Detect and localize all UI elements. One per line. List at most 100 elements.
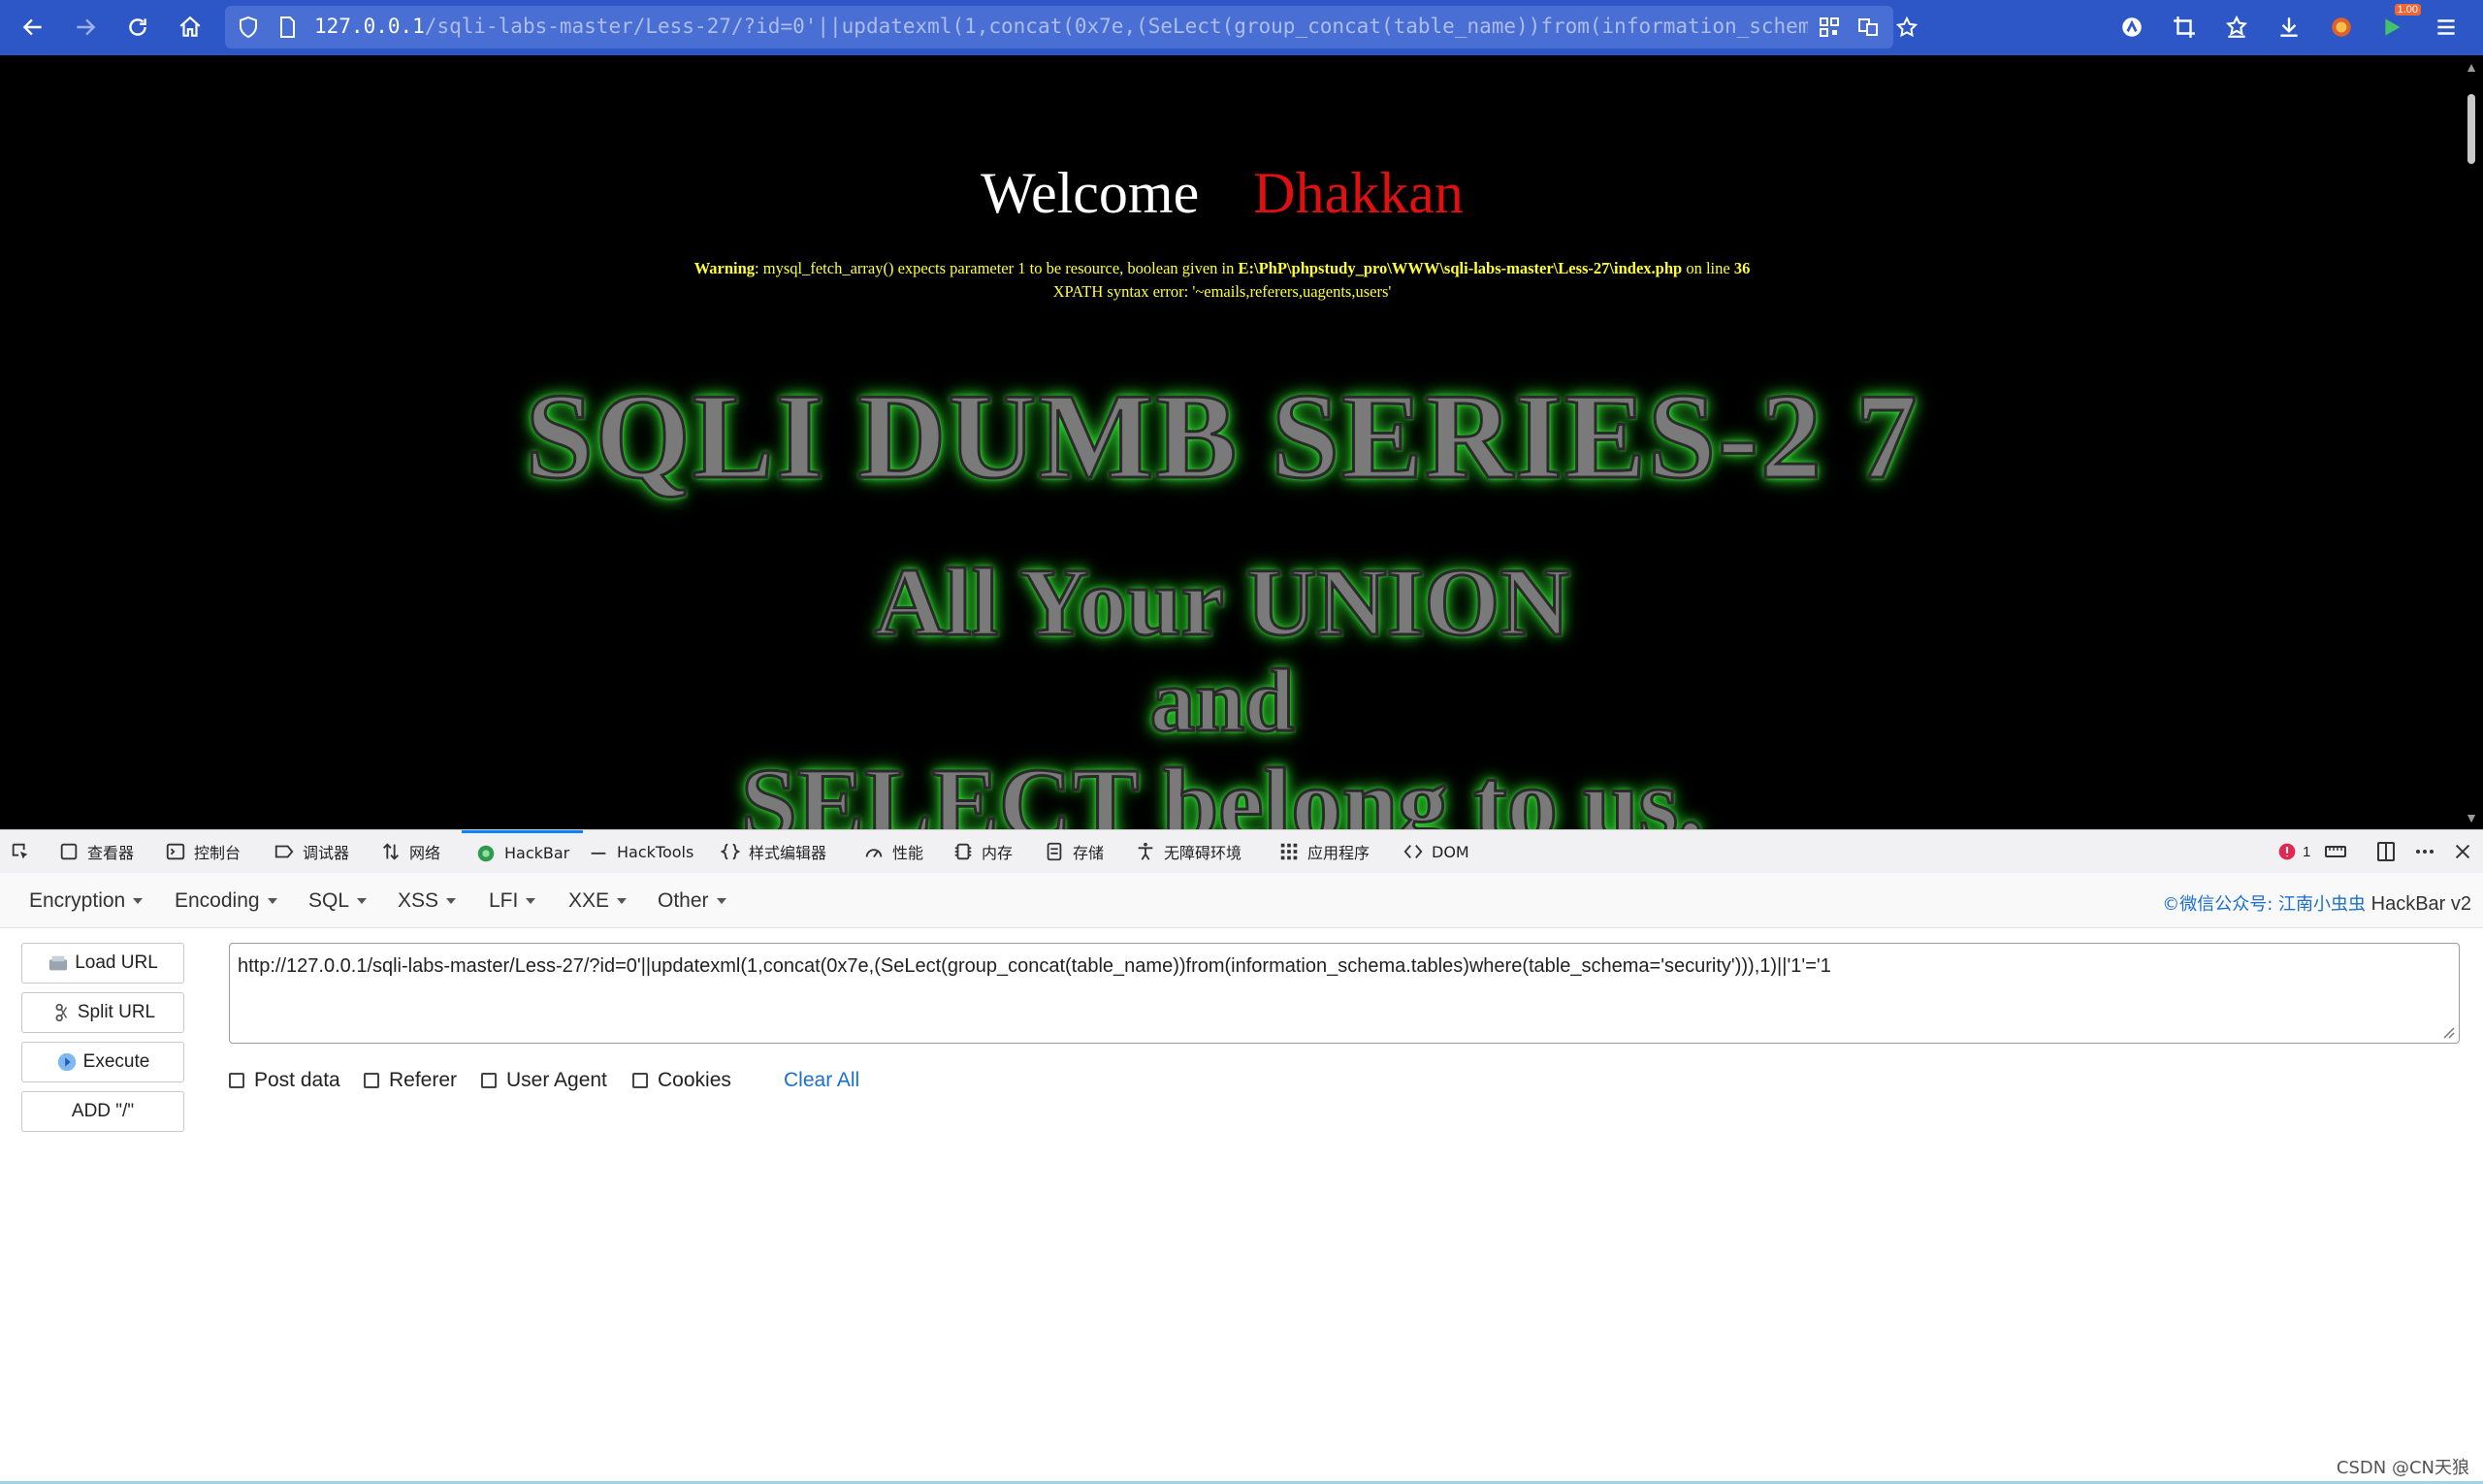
crop-icon[interactable] bbox=[2167, 10, 2202, 45]
page-viewport: Welcome Dhakkan Warning: mysql_fetch_arra… bbox=[0, 55, 2483, 829]
checkbox-box[interactable] bbox=[481, 1073, 497, 1088]
scroll-down-icon[interactable]: ▼ bbox=[2464, 810, 2479, 825]
performance-icon bbox=[865, 849, 883, 858]
play-icon bbox=[57, 1052, 76, 1072]
more-options-icon[interactable] bbox=[2413, 830, 2436, 873]
tab-network[interactable]: 网络 bbox=[380, 830, 440, 873]
menu-lfi[interactable]: LFI bbox=[489, 889, 536, 913]
dock-icon[interactable] bbox=[2374, 830, 2398, 873]
hacktools-icon bbox=[591, 852, 606, 855]
menu-xxe[interactable]: XXE bbox=[568, 889, 628, 913]
tab-label: 查看器 bbox=[87, 844, 135, 862]
hackbar-brand: ©微信公众号: 江南小虫虫 HackBar v2 bbox=[2162, 890, 2471, 916]
referer-checkbox[interactable]: Referer bbox=[364, 1069, 457, 1092]
tab-hacktools[interactable]: HackTools bbox=[588, 830, 693, 873]
browser-toolbar: 127.0.0.1/sqli-labs-master/Less-27/?id=0… bbox=[0, 0, 2483, 55]
tab-performance[interactable]: 性能 bbox=[863, 830, 923, 873]
shield-icon[interactable] bbox=[235, 14, 262, 41]
button-label: Load URL bbox=[75, 952, 158, 973]
application-icon bbox=[1280, 843, 1298, 860]
inspector-icon bbox=[60, 843, 78, 860]
tab-inspector[interactable]: 查看器 bbox=[58, 830, 134, 873]
tab-storage[interactable]: 存储 bbox=[1044, 830, 1104, 873]
user-agent-checkbox[interactable]: User Agent bbox=[481, 1069, 607, 1092]
execute-button[interactable]: Execute bbox=[21, 1042, 184, 1082]
tab-dom[interactable]: DOM bbox=[1403, 830, 1469, 873]
chevron-down-icon bbox=[526, 898, 536, 905]
chevron-down-icon bbox=[446, 898, 457, 905]
add-slash-button[interactable]: ADD "/" bbox=[21, 1091, 184, 1132]
cookies-checkbox[interactable]: Cookies bbox=[632, 1069, 731, 1092]
split-url-icon bbox=[55, 1003, 67, 1022]
chevron-down-icon bbox=[267, 898, 277, 905]
extension-icon[interactable] bbox=[2114, 10, 2149, 45]
menu-encryption[interactable]: Encryption bbox=[29, 889, 144, 913]
profile-icon[interactable] bbox=[2324, 10, 2359, 45]
tab-label: HackBar bbox=[504, 844, 570, 862]
warning-path: E:\PhP\phpstudy_pro\WWW\sqli-labs-master… bbox=[1238, 259, 1683, 277]
checkbox-box[interactable] bbox=[364, 1073, 379, 1088]
menu-encoding[interactable]: Encoding bbox=[175, 889, 277, 913]
tab-label: 性能 bbox=[892, 844, 924, 862]
close-devtools-icon[interactable] bbox=[2452, 830, 2473, 873]
badge-count: 1.00 bbox=[2394, 4, 2421, 16]
tab-label: 样式编辑器 bbox=[749, 844, 827, 862]
tab-memory[interactable]: 内存 bbox=[952, 830, 1013, 873]
tab-console[interactable]: 控制台 bbox=[165, 830, 241, 873]
checkbox-box[interactable] bbox=[632, 1073, 648, 1088]
reload-icon[interactable] bbox=[120, 10, 155, 45]
error-counter[interactable]: 1 bbox=[2277, 830, 2310, 873]
download-icon[interactable] bbox=[2272, 10, 2306, 45]
menu-label: LFI bbox=[489, 889, 519, 912]
menu-icon[interactable] bbox=[2429, 10, 2464, 45]
collections-icon[interactable] bbox=[2219, 10, 2254, 45]
tagline-line3: SELECT belong to us. bbox=[739, 747, 1704, 830]
clear-all-link[interactable]: Clear All bbox=[784, 1069, 859, 1092]
url-value: http://127.0.0.1/sqli-labs-master/Less-2… bbox=[238, 955, 1831, 977]
forward-icon[interactable] bbox=[68, 10, 103, 45]
home-icon[interactable] bbox=[173, 10, 208, 45]
load-url-button[interactable]: Load URL bbox=[21, 943, 184, 984]
back-icon[interactable] bbox=[16, 10, 50, 45]
translate-icon[interactable] bbox=[1854, 14, 1882, 41]
warning-text: : mysql_fetch_array() expects parameter … bbox=[755, 259, 1239, 277]
tab-hackbar[interactable]: HackBar bbox=[462, 830, 584, 873]
extension-badge-icon[interactable]: 1.00 bbox=[2376, 4, 2421, 45]
hackbar-panel: Encryption Encoding SQL XSS LFI XXE Othe… bbox=[0, 873, 2483, 1484]
split-url-button[interactable]: Split URL bbox=[21, 992, 184, 1033]
qrcode-icon[interactable] bbox=[1816, 14, 1843, 41]
menu-label: Encoding bbox=[175, 889, 260, 912]
page-icon[interactable] bbox=[274, 14, 301, 41]
bookmark-star-icon[interactable] bbox=[1893, 14, 1920, 41]
resize-handle-icon[interactable] bbox=[2439, 1023, 2455, 1039]
tab-label: 应用程序 bbox=[1307, 844, 1370, 862]
dom-icon bbox=[1403, 844, 1423, 859]
scroll-thumb[interactable] bbox=[2467, 94, 2475, 164]
element-picker-icon[interactable] bbox=[10, 830, 31, 873]
hackbar-menu: Encryption Encoding SQL XSS LFI XXE Othe… bbox=[0, 873, 2483, 928]
tab-label: 内存 bbox=[982, 844, 1014, 862]
menu-sql[interactable]: SQL bbox=[308, 889, 368, 913]
responsive-icon[interactable] bbox=[2324, 830, 2347, 873]
series-title: SQLI DUMB SERIES-2 7 bbox=[524, 369, 1919, 506]
style-editor-icon bbox=[720, 843, 741, 860]
menu-label: XSS bbox=[398, 889, 439, 912]
tab-application[interactable]: 应用程序 bbox=[1278, 830, 1370, 873]
menu-other[interactable]: Other bbox=[658, 889, 726, 913]
page-scrollbar[interactable]: ▲ ▼ bbox=[2460, 55, 2483, 829]
scroll-up-icon[interactable]: ▲ bbox=[2464, 59, 2479, 75]
tab-label: DOM bbox=[1432, 842, 1469, 861]
memory-icon bbox=[954, 843, 972, 860]
tab-debugger[interactable]: 调试器 bbox=[274, 830, 349, 873]
checkbox-label: Cookies bbox=[658, 1069, 731, 1091]
menu-label: Encryption bbox=[29, 889, 126, 912]
menu-xss[interactable]: XSS bbox=[398, 889, 457, 913]
button-label: ADD "/" bbox=[71, 1101, 135, 1121]
post-data-checkbox[interactable]: Post data bbox=[229, 1069, 340, 1092]
url-text[interactable]: 127.0.0.1/sqli-labs-master/Less-27/?id=0… bbox=[314, 15, 1808, 38]
checkbox-box[interactable] bbox=[229, 1073, 244, 1088]
tab-style-editor[interactable]: 样式编辑器 bbox=[720, 830, 826, 873]
url-textarea[interactable]: http://127.0.0.1/sqli-labs-master/Less-2… bbox=[229, 943, 2460, 1044]
tab-accessibility[interactable]: 无障碍环境 bbox=[1135, 830, 1242, 873]
address-bar[interactable]: 127.0.0.1/sqli-labs-master/Less-27/?id=0… bbox=[225, 6, 1919, 48]
